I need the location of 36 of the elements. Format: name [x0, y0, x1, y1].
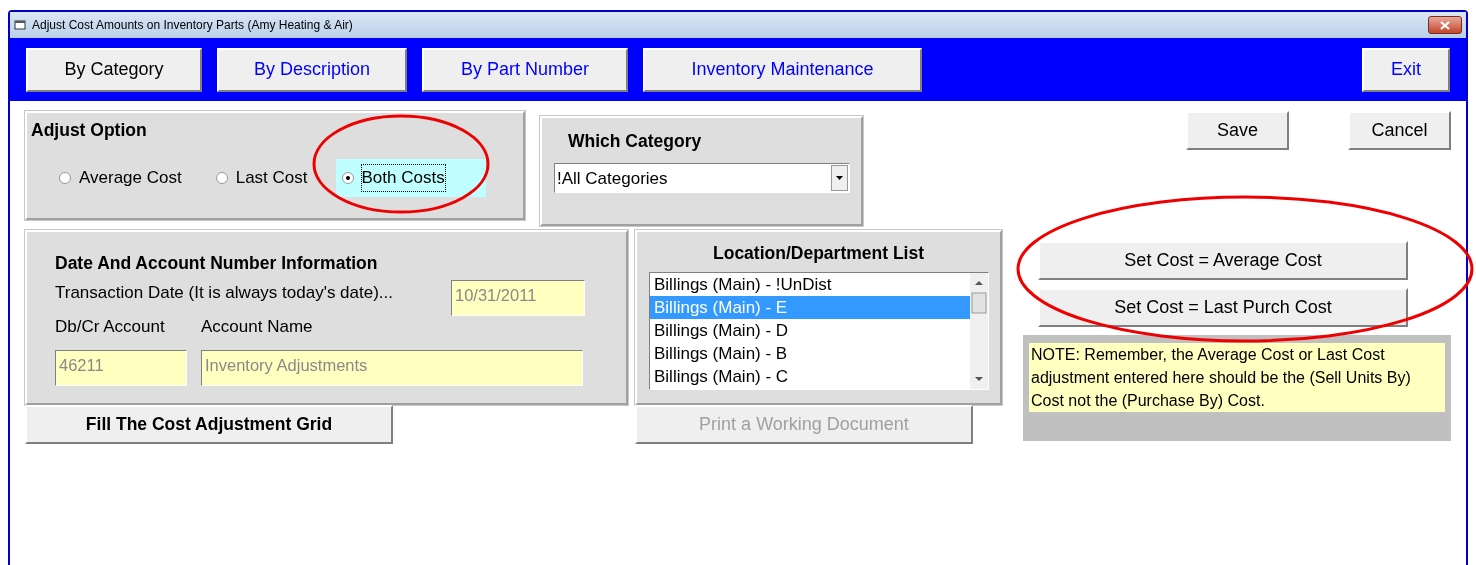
category-dropdown[interactable]: !All Categories — [554, 163, 850, 194]
group-title: Which Category — [568, 130, 703, 153]
radio-button[interactable] — [341, 172, 354, 184]
radio-button[interactable] — [59, 172, 71, 184]
save-button[interactable]: Save — [1186, 111, 1289, 150]
toolbar-tab[interactable]: By Part Number — [422, 47, 628, 92]
cancel-button[interactable]: Cancel — [1348, 111, 1451, 150]
list-item[interactable]: Billings (Main) - !UnDist — [650, 273, 970, 297]
set-cost-button[interactable]: Set Cost = Average Cost — [1038, 241, 1408, 280]
radio-button[interactable] — [215, 172, 228, 184]
group-title: Date And Account Number Information — [55, 252, 379, 275]
list-item[interactable]: Billings (Main) - D — [650, 319, 970, 343]
field-label: Transaction Date (It is always today's date)... — [55, 282, 395, 305]
location-listbox[interactable]: Billings (Main) - !UnDist Billings (Main) - E Billings (Main) - D Billings (Main) - B Billings (Main) - C — [649, 272, 989, 391]
close-icon — [1440, 20, 1450, 30]
field-label: Account Name — [201, 316, 313, 339]
list-item[interactable]: Billings (Main) - B — [650, 342, 970, 366]
toolbar-tab[interactable]: By Category — [26, 47, 202, 92]
window-icon — [14, 19, 26, 31]
set-cost-button[interactable]: Set Cost = Last Purch Cost — [1038, 288, 1408, 327]
note-text: NOTE: Remember, the Average Cost or Last Cost adjustment entered here should be the (Sell Units By) Cost not the (Purchase By) Cost. — [1029, 343, 1445, 412]
close-button[interactable] — [1428, 16, 1462, 34]
radio-option[interactable]: Average Cost — [53, 161, 188, 195]
toolbar-tab[interactable]: Inventory Maintenance — [643, 47, 922, 92]
toolbar-tab[interactable]: By Description — [217, 47, 407, 92]
list-item[interactable]: Billings (Main) - C — [650, 365, 970, 389]
group-title: Adjust Option — [31, 119, 148, 142]
field-label: Db/Cr Account — [55, 316, 166, 339]
radio-option[interactable]: Last Cost — [209, 161, 314, 195]
scrollbar[interactable] — [970, 273, 988, 390]
group-title: Location/Department List — [712, 242, 925, 265]
date-field[interactable]: 10/31/2011 — [451, 280, 585, 317]
radio-option[interactable]: Both Costs — [335, 159, 486, 197]
window-title: Adjust Cost Amounts on Inventory Parts (Amy Heating & Air) — [32, 17, 353, 34]
fill-grid-button[interactable]: Fill The Cost Adjustment Grid — [25, 405, 393, 444]
exit-button[interactable]: Exit — [1362, 47, 1450, 92]
